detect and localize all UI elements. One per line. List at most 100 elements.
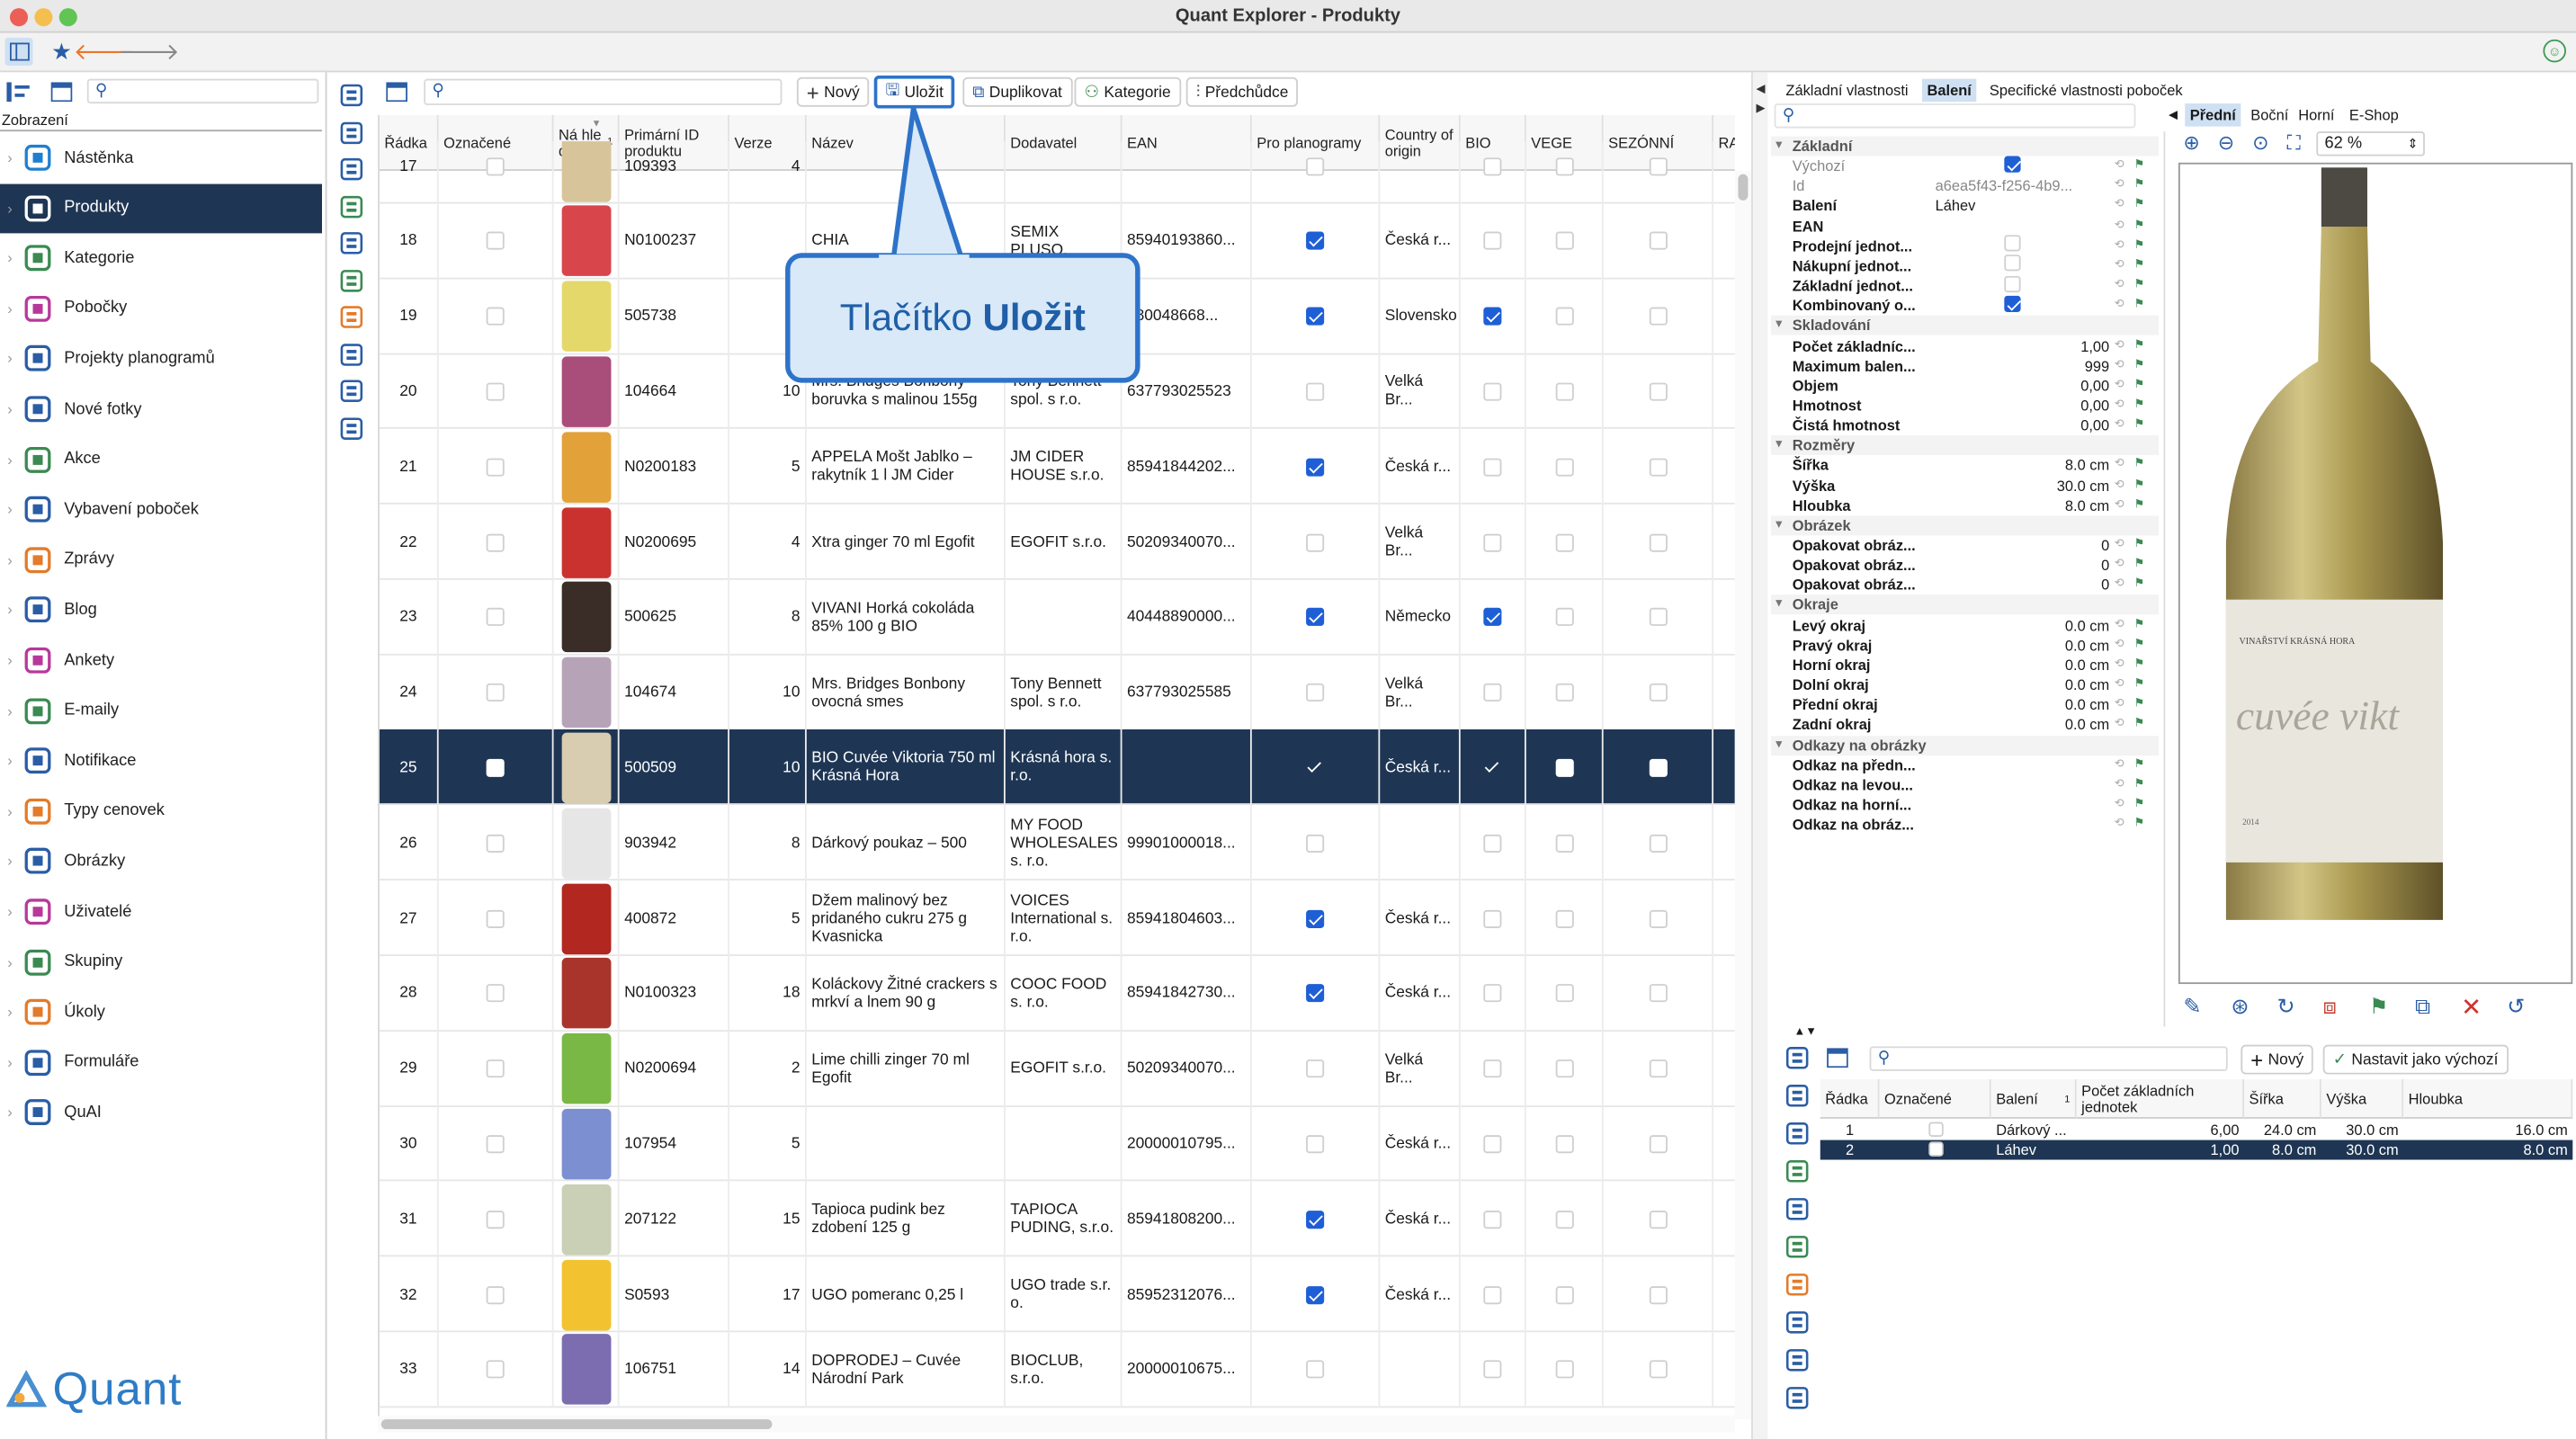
reset-value-icon[interactable]: ⟲ — [2115, 556, 2124, 576]
table-row[interactable]: 22 N0200695 4 Xtra ginger 70 ml Egofit EGOFI… — [379, 504, 1735, 580]
sidebar-item-11[interactable]: › E-maily — [0, 686, 322, 736]
property-value[interactable]: 0.0 cm — [1928, 715, 2109, 735]
property-value[interactable]: 0 — [1928, 535, 2109, 555]
list-icon[interactable] — [1781, 1193, 1814, 1226]
table-vertical-scrollbar[interactable] — [1734, 170, 1752, 1420]
property-value[interactable] — [1928, 255, 2109, 277]
reset-value-icon[interactable]: ⟲ — [2115, 535, 2124, 555]
product-image-viewer[interactable]: VINAŘSTVÍ KRÁSNÁ HORA cuvée vikt 2014 — [2178, 162, 2573, 985]
inherit-value-icon[interactable]: ⚑ — [2134, 336, 2144, 356]
scrollbar-thumb[interactable] — [1738, 174, 1749, 201]
set-default-button[interactable]: ✓ Nastavit jako výchozí — [2322, 1044, 2509, 1075]
chevron-right-icon[interactable]: › — [0, 602, 20, 618]
chevron-right-icon[interactable]: › — [0, 451, 20, 468]
bio-checkbox[interactable] — [1483, 1210, 1502, 1229]
inherit-value-icon[interactable]: ⚑ — [2134, 156, 2144, 176]
planogram-checkbox[interactable] — [1306, 458, 1325, 477]
property-value[interactable]: 0.0 cm — [1928, 656, 2109, 675]
chevron-right-icon[interactable]: › — [0, 351, 20, 367]
row-checkbox[interactable] — [486, 1285, 505, 1304]
reset-value-icon[interactable]: ⟲ — [2115, 715, 2124, 735]
chevron-right-icon[interactable]: › — [0, 1104, 20, 1121]
inherit-value-icon[interactable]: ⚑ — [2134, 356, 2144, 376]
expand-group-icon[interactable]: ▾ — [1775, 595, 1781, 615]
reset-value-icon[interactable]: ⟲ — [2115, 196, 2124, 216]
bio-checkbox[interactable] — [1483, 458, 1502, 477]
planogram-checkbox[interactable] — [1306, 759, 1324, 777]
inherit-value-icon[interactable]: ⚑ — [2134, 795, 2144, 815]
chevron-right-icon[interactable]: › — [0, 702, 20, 719]
history-icon[interactable] — [335, 153, 369, 186]
vege-checkbox[interactable] — [1554, 232, 1573, 251]
inherit-value-icon[interactable]: ⚑ — [2134, 815, 2144, 835]
property-checkbox[interactable] — [2004, 275, 2021, 292]
property-value[interactable] — [1928, 295, 2109, 317]
status-smiley-icon[interactable]: ☺ — [2543, 39, 2566, 63]
properties-tab-1[interactable]: Balení — [1922, 78, 1977, 103]
vege-checkbox[interactable] — [1554, 683, 1573, 702]
reset-value-icon[interactable]: ⟲ — [2115, 755, 2124, 775]
reset-value-icon[interactable]: ⟲ — [2115, 237, 2124, 256]
planogram-checkbox[interactable] — [1306, 307, 1325, 326]
bio-checkbox[interactable] — [1483, 532, 1502, 551]
table-row[interactable]: 24 104674 10 Mrs. Bridges Bonbony ovocná sm… — [379, 655, 1735, 731]
reset-value-icon[interactable]: ⟲ — [2115, 795, 2124, 815]
layout-view-icon[interactable] — [48, 79, 74, 105]
property-checkbox[interactable] — [2004, 255, 2021, 273]
bio-checkbox[interactable] — [1483, 1360, 1502, 1379]
vege-checkbox[interactable] — [1554, 834, 1573, 853]
property-value[interactable] — [1928, 155, 2109, 177]
tag-image-icon[interactable]: ⚑ — [2369, 994, 2388, 1020]
favorites-star-icon[interactable]: ★ — [48, 38, 76, 66]
inherit-value-icon[interactable]: ⚑ — [2134, 416, 2144, 435]
reset-value-icon[interactable]: ⟲ — [2115, 296, 2124, 316]
sidebar-item-10[interactable]: › Ankety — [0, 636, 322, 685]
sidebar-item-13[interactable]: › Typy cenovek — [0, 787, 322, 836]
chevron-right-icon[interactable]: › — [0, 401, 20, 417]
inherit-value-icon[interactable]: ⚑ — [2134, 256, 2144, 276]
inherit-value-icon[interactable]: ⚑ — [2134, 376, 2144, 396]
inherit-value-icon[interactable]: ⚑ — [2134, 695, 2144, 715]
inherit-value-icon[interactable]: ⚑ — [2134, 476, 2144, 496]
vege-checkbox[interactable] — [1554, 984, 1573, 1003]
refresh-image-icon[interactable]: ↻ — [2277, 994, 2295, 1020]
vege-checkbox[interactable] — [1554, 1360, 1573, 1379]
zoom-in-icon[interactable]: ⊕ — [2183, 131, 2199, 155]
zoom-reset-icon[interactable]: ⊙ — [2252, 131, 2268, 155]
inherit-value-icon[interactable]: ⚑ — [2134, 196, 2144, 216]
planogram-checkbox[interactable] — [1306, 1360, 1325, 1379]
sidebar-item-16[interactable]: › Skupiny — [0, 937, 322, 987]
vege-checkbox[interactable] — [1554, 532, 1573, 551]
new-button[interactable]: + Nový — [796, 76, 870, 107]
chevron-right-icon[interactable]: › — [0, 803, 20, 819]
property-value[interactable]: 0 — [1928, 576, 2109, 595]
expand-group-icon[interactable]: ▾ — [1775, 735, 1781, 755]
seasonal-checkbox[interactable] — [1648, 984, 1667, 1003]
packaging-row[interactable]: 1 Dárkový ... 6,00 24.0 cm 30.0 cm 16.0 cm — [1820, 1121, 2573, 1140]
chevron-right-icon[interactable]: › — [0, 953, 20, 970]
sidebar-item-14[interactable]: › Obrázky — [0, 836, 322, 886]
sidebar-search-input[interactable]: ⚲ — [86, 78, 319, 104]
seasonal-checkbox[interactable] — [1648, 532, 1667, 551]
xml-import-icon[interactable] — [335, 300, 369, 334]
seasonal-checkbox[interactable] — [1648, 834, 1667, 853]
packaging-column-1[interactable]: Označené — [1879, 1079, 1991, 1119]
bio-checkbox[interactable] — [1483, 683, 1502, 702]
packaging-column-4[interactable]: Šířka — [2243, 1079, 2321, 1119]
reset-value-icon[interactable]: ⟲ — [2115, 775, 2124, 795]
table-search-input[interactable]: ⚲ — [424, 78, 783, 105]
chart-icon[interactable] — [335, 412, 369, 445]
sidebar-item-18[interactable]: › Formuláře — [0, 1038, 322, 1087]
property-value[interactable]: 0,00 — [1928, 376, 2109, 396]
chevron-right-icon[interactable]: › — [0, 250, 20, 266]
property-value[interactable]: 0,00 — [1928, 416, 2109, 435]
row-checkbox[interactable] — [486, 908, 505, 928]
hscrollbar-thumb[interactable] — [380, 1419, 773, 1430]
reset-value-icon[interactable]: ⟲ — [2115, 635, 2124, 655]
sidebar-item-5[interactable]: › Nové fotky — [0, 384, 322, 433]
property-value[interactable]: 8.0 cm — [1928, 496, 2109, 515]
row-checkbox[interactable] — [486, 382, 505, 401]
xml-export-icon[interactable] — [1781, 1230, 1814, 1264]
chevron-right-icon[interactable]: › — [0, 300, 20, 317]
bio-checkbox[interactable] — [1483, 1285, 1502, 1304]
